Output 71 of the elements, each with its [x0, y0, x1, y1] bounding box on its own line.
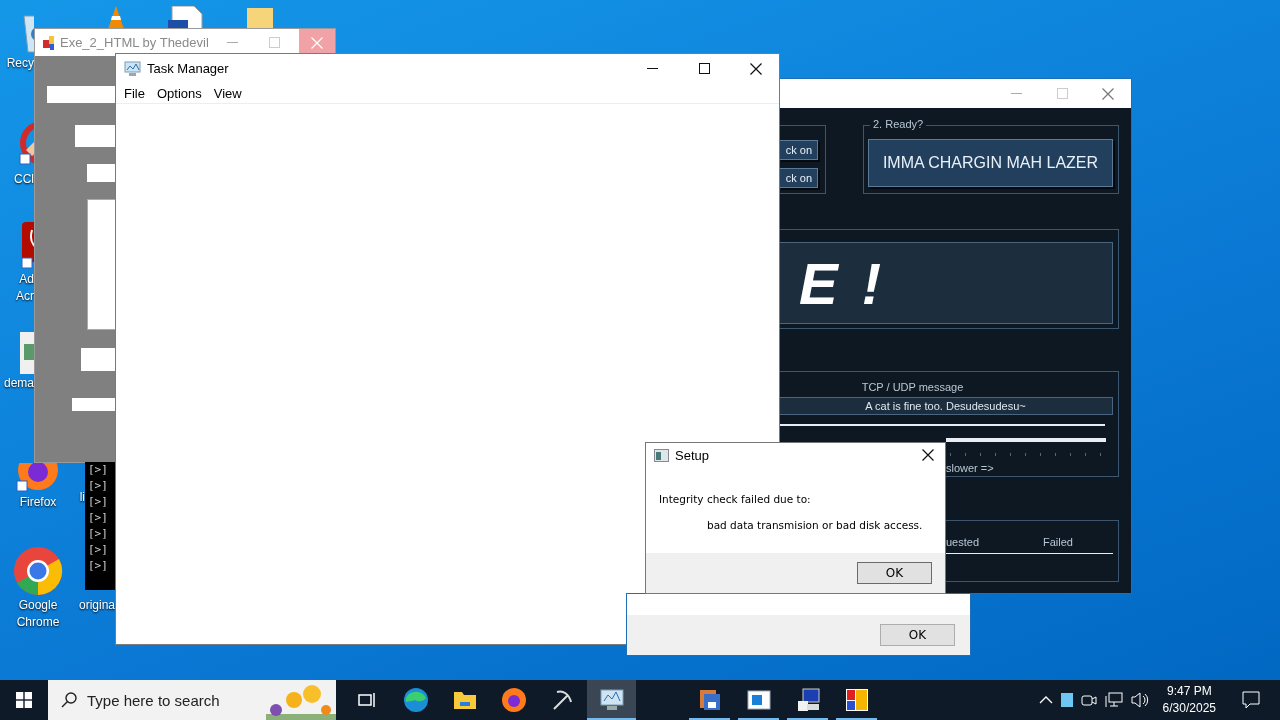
close-icon — [1102, 87, 1114, 100]
slider-label: slower => — [946, 462, 994, 474]
minimize-icon — [1010, 92, 1022, 95]
maximize-icon — [269, 37, 281, 48]
app-logo-icon — [43, 35, 54, 50]
speed-slider[interactable] — [946, 437, 1106, 457]
firefox-icon — [500, 687, 527, 713]
maximize-icon — [1056, 88, 1068, 99]
camera-icon[interactable] — [1080, 692, 1097, 708]
monitor-chart-icon — [124, 61, 141, 76]
task-view-icon — [357, 692, 376, 708]
desktop-icon-label[interactable]: dema — [3, 376, 34, 391]
lock-on-button[interactable]: ck on — [779, 140, 818, 160]
ok-button[interactable]: OK — [880, 624, 955, 646]
message-field[interactable]: A cat is fine too. Desudesudesu~ — [779, 397, 1113, 415]
speaker-icon[interactable] — [1130, 692, 1149, 708]
menu-item[interactable]: View — [207, 85, 248, 101]
close-icon — [922, 449, 934, 461]
chevron-up-icon[interactable] — [1038, 696, 1053, 704]
floppy-disk-icon — [697, 688, 722, 712]
console-line: [>] — [88, 494, 109, 510]
desktop-icon-label[interactable]: Chrome — [16, 615, 60, 630]
desktop-icon-label[interactable]: Ad — [19, 272, 34, 287]
desktop-icon-label[interactable]: Google — [18, 598, 58, 613]
banner-text: E ! — [799, 249, 886, 317]
colored-squares-icon — [844, 688, 869, 712]
maximize-icon — [698, 63, 710, 74]
setup-app-icon — [654, 448, 669, 462]
monitor-chart-icon — [598, 688, 625, 712]
window-title: Exe_2_HTML by Thedevil — [59, 35, 209, 50]
column-header: Failed — [1043, 536, 1073, 548]
console-line: [>] — [88, 526, 109, 542]
desktop-icon-label[interactable]: li — [79, 490, 85, 505]
dialog-message: Integrity check failed due to: — [659, 493, 812, 505]
console-line: [>] — [88, 462, 109, 478]
minimize-icon — [227, 41, 239, 44]
menu-item[interactable]: File — [118, 85, 151, 101]
dialog-title: Setup — [675, 447, 710, 463]
desktop-icon-label[interactable]: Firefox — [19, 495, 57, 510]
dialog-detail: bad data transmision or bad disk access. — [706, 519, 924, 531]
menu-item[interactable]: Options — [150, 85, 208, 101]
group-legend: 2. Ready? — [870, 118, 927, 130]
search-icon — [61, 692, 77, 708]
ok-button[interactable]: OK — [857, 562, 932, 584]
desktop-icon-label[interactable]: origina — [78, 598, 115, 613]
windows-logo-icon — [16, 692, 32, 708]
console-line: [>] — [88, 510, 109, 526]
chrome-icon[interactable] — [13, 546, 63, 596]
search-field[interactable]: Type here to search — [48, 680, 336, 720]
desktop-icon-label[interactable]: Acr — [16, 289, 34, 304]
square-icon[interactable] — [1060, 693, 1073, 707]
close-icon — [750, 62, 762, 75]
console-line: [>] — [88, 478, 109, 494]
lock-on-button[interactable]: ck on — [779, 168, 818, 188]
image-file-icon[interactable] — [20, 332, 34, 374]
console-line: [>] — [88, 558, 109, 574]
field-label: TCP / UDP message — [861, 381, 964, 393]
window-title: Task Manager — [147, 61, 230, 76]
notification-icon[interactable] — [1242, 691, 1260, 709]
folder-icon — [452, 690, 477, 710]
network-icon[interactable] — [1104, 692, 1123, 708]
fire-button[interactable]: IMMA CHARGIN MAH LAZER — [868, 139, 1113, 187]
window-icon — [746, 690, 771, 710]
edge-icon — [402, 687, 429, 713]
console-line: [>] — [88, 542, 109, 558]
document-icon[interactable] — [166, 6, 206, 28]
column-header: uested — [946, 536, 980, 548]
taskbar-app-button[interactable] — [587, 680, 636, 720]
minimize-icon — [646, 67, 658, 70]
close-icon — [311, 36, 323, 49]
clock[interactable]: 9:47 PM 6/30/2025 — [1156, 683, 1222, 717]
